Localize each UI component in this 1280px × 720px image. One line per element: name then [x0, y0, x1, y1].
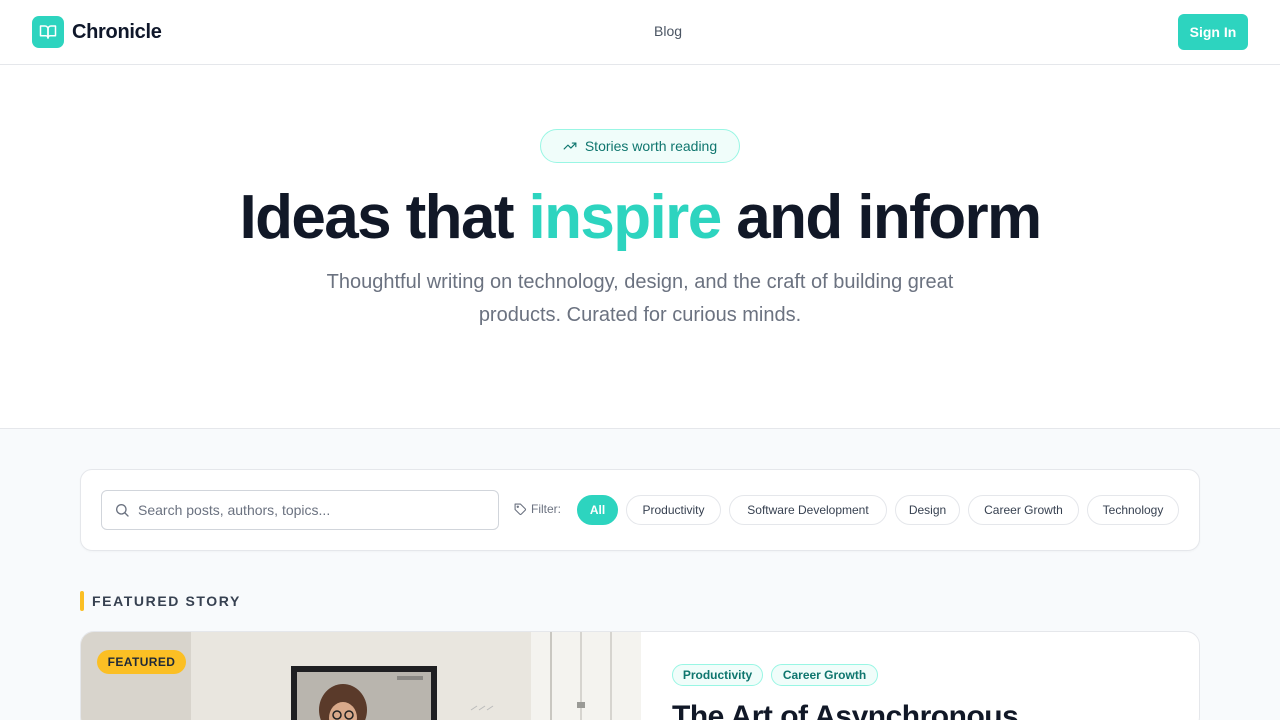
filter-label-text: Filter:: [531, 502, 561, 516]
filter-chip-career-growth[interactable]: Career Growth: [968, 495, 1079, 525]
tag-icon: [514, 503, 526, 515]
filter-chip-productivity[interactable]: Productivity: [626, 495, 721, 525]
filter-chip-technology[interactable]: Technology: [1087, 495, 1179, 525]
brand-name: Chronicle: [72, 20, 162, 43]
filter-chip-all[interactable]: All: [577, 495, 618, 525]
nav-link-blog[interactable]: Blog: [654, 23, 682, 39]
featured-post-title[interactable]: The Art of Asynchronous: [672, 700, 1019, 720]
filter-chip-software-development[interactable]: Software Development: [729, 495, 887, 525]
hero-badge: Stories worth reading: [540, 129, 740, 163]
hero-title-start: Ideas that: [239, 183, 529, 252]
sign-in-button[interactable]: Sign In: [1178, 14, 1248, 50]
search-input[interactable]: [138, 491, 488, 529]
featured-badge: FEATURED: [97, 650, 186, 674]
post-tag-productivity[interactable]: Productivity: [672, 664, 763, 686]
open-book-icon: [32, 16, 64, 48]
post-tag-career-growth[interactable]: Career Growth: [771, 664, 878, 686]
featured-section-label: FEATURED STORY: [92, 593, 241, 609]
hero-subtitle: Thoughtful writing on technology, design…: [326, 271, 954, 326]
hero-title-accent: inspire: [528, 183, 723, 252]
featured-section-heading: FEATURED STORY: [80, 591, 241, 611]
section-accent-bar: [80, 591, 84, 611]
featured-post-card[interactable]: [80, 631, 1200, 720]
video-call-photo: [81, 632, 641, 720]
search-box: [101, 490, 499, 530]
filter-chip-design[interactable]: Design: [895, 495, 960, 525]
top-navigation: Chronicle Blog Sign In: [0, 0, 1280, 65]
trending-up-icon: [563, 142, 577, 150]
brand-link[interactable]: Chronicle: [32, 16, 162, 48]
hero-badge-label: Stories worth reading: [584, 138, 718, 154]
hero-title: Ideas that inspire and inform: [0, 182, 1280, 254]
featured-post-image[interactable]: [81, 632, 641, 720]
search-icon: [116, 504, 129, 517]
filter-label: Filter:: [514, 502, 561, 516]
hero-title-end: and inform: [720, 183, 1042, 252]
